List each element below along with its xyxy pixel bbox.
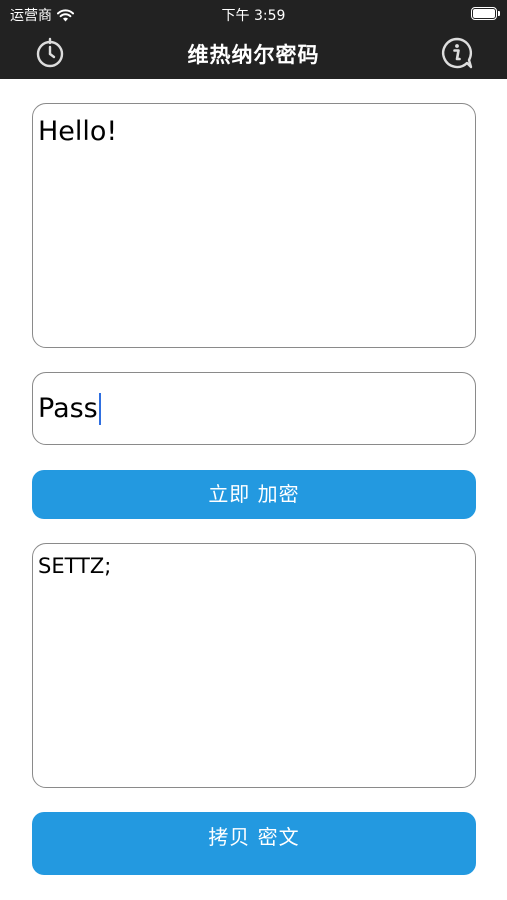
ciphertext-output[interactable]: SETTZ;	[32, 543, 476, 788]
plaintext-value: Hello!	[38, 116, 118, 147]
key-input[interactable]: Pass	[32, 372, 476, 445]
status-bar: 运营商 下午 3:59	[0, 0, 507, 28]
navigation-bar: 维热纳尔密码	[0, 28, 507, 79]
ciphertext-value: SETTZ;	[38, 554, 112, 578]
text-cursor	[98, 392, 101, 425]
copy-button-label: 拷贝 密文	[208, 825, 300, 849]
info-icon[interactable]	[440, 36, 474, 70]
battery-icon	[471, 7, 500, 20]
page-title: 维热纳尔密码	[187, 43, 320, 67]
key-value: Pass	[38, 393, 98, 424]
encrypt-button-label: 立即 加密	[208, 482, 300, 506]
encrypt-button[interactable]: 立即 加密	[32, 470, 476, 519]
plaintext-input[interactable]: Hello!	[32, 103, 476, 348]
status-time: 下午 3:59	[221, 8, 286, 24]
copy-ciphertext-button[interactable]: 拷贝 密文	[32, 812, 476, 875]
